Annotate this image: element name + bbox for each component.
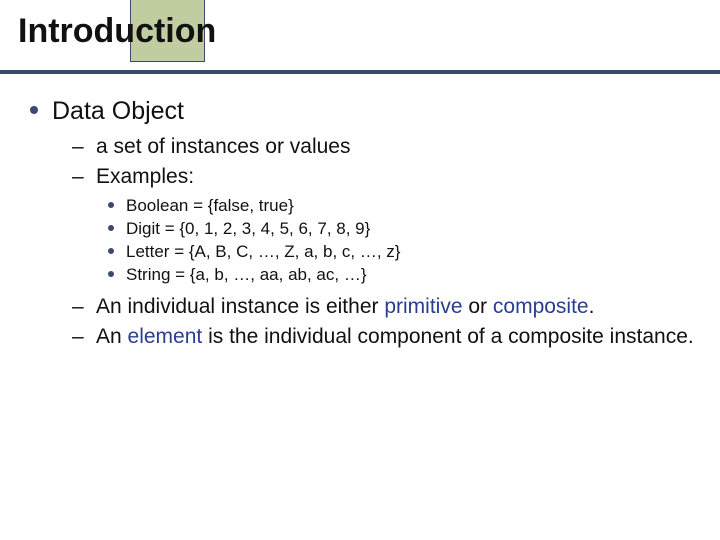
bullet-level3: String = {a, b, …, aa, ab, ac, …} [108,264,700,285]
bullet-text: Digit = {0, 1, 2, 3, 4, 5, 6, 7, 8, 9} [126,218,370,239]
bullet-text: Examples: [96,164,194,190]
keyword: composite [493,295,589,318]
slide: Introduction Data Object – a set of inst… [0,0,720,540]
keyword: element [128,325,203,348]
bullet-text: An individual instance is either primiti… [96,294,594,320]
bullet-text: Letter = {A, B, C, …, Z, a, b, c, …, z} [126,241,400,262]
text-fragment: or [468,295,493,318]
bullet-text: a set of instances or values [96,134,350,160]
text-fragment: . [589,295,595,318]
dash-bullet-icon: – [72,294,84,320]
slide-title: Introduction [18,14,216,48]
bullet-text: String = {a, b, …, aa, ab, ac, …} [126,264,367,285]
disc-bullet-icon [108,225,114,231]
dash-bullet-icon: – [72,324,84,350]
bullet-level2: – a set of instances or values [72,134,700,160]
content-area: Data Object – a set of instances or valu… [30,96,700,354]
bullet-level3: Letter = {A, B, C, …, Z, a, b, c, …, z} [108,241,700,262]
text-fragment: is the individual component of a composi… [208,325,694,348]
text-fragment: An individual instance is either [96,295,384,318]
bullet-level2: – An individual instance is either primi… [72,294,700,320]
disc-bullet-icon [108,271,114,277]
bullet-level1: Data Object [30,96,700,126]
bullet-text: Boolean = {false, true} [126,195,294,216]
disc-bullet-icon [108,202,114,208]
bullet-level3: Boolean = {false, true} [108,195,700,216]
keyword: primitive [384,295,462,318]
disc-bullet-icon [30,106,38,114]
bullet-level3: Digit = {0, 1, 2, 3, 4, 5, 6, 7, 8, 9} [108,218,700,239]
bullet-level2: – An element is the individual component… [72,324,700,350]
level2-group: – An individual instance is either primi… [72,294,700,351]
bullet-level2: – Examples: [72,164,700,190]
level3-group: Boolean = {false, true} Digit = {0, 1, 2… [108,195,700,286]
dash-bullet-icon: – [72,164,84,190]
bullet-text: Data Object [52,96,184,126]
bullet-text: An element is the individual component o… [96,324,694,350]
level2-group: – a set of instances or values – Example… [72,134,700,191]
text-fragment: An [96,325,128,348]
dash-bullet-icon: – [72,134,84,160]
disc-bullet-icon [108,248,114,254]
horizontal-rule [0,70,720,74]
